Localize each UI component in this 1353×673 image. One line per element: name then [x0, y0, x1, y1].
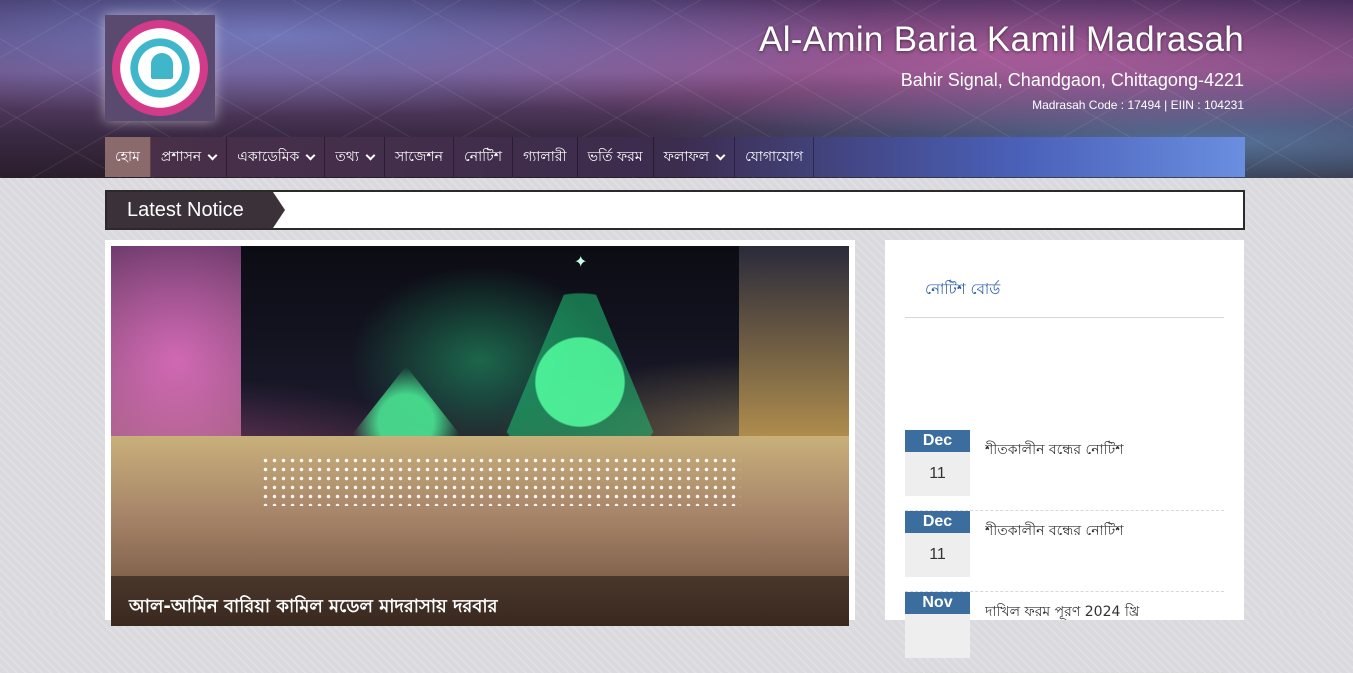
notice-board: নোটিশ বোর্ড Dec 11 শীতকালীন বন্ধের নোটিশ… — [885, 240, 1244, 673]
nav-label: প্রশাসন — [160, 149, 202, 165]
nav-item-admission-form[interactable]: ভর্তি ফরম — [578, 137, 654, 177]
notice-item[interactable]: Dec 11 শীতকালীন বন্ধের নোটিশ — [905, 430, 1224, 511]
date-badge: Nov — [905, 592, 970, 658]
nav-item-notice[interactable]: নোটিশ — [454, 137, 514, 177]
chevron-down-icon — [305, 150, 316, 161]
madrasah-code: Madrasah Code : 17494 | EIIN : 104231 — [1032, 98, 1244, 112]
nav-item-administration[interactable]: প্রশাসন — [151, 137, 228, 177]
nav-item-info[interactable]: তথ্য — [325, 137, 385, 177]
date-month: Dec — [905, 511, 970, 533]
nav-item-home[interactable]: হোম — [105, 137, 151, 177]
nav-label: ফলাফল — [663, 149, 710, 165]
nav-label: নোটিশ — [464, 149, 503, 165]
date-day — [905, 614, 970, 658]
nav-label: একাডেমিক — [237, 149, 300, 165]
madrasah-logo[interactable] — [105, 15, 215, 121]
logo-emblem — [112, 20, 208, 116]
notice-link[interactable]: দাখিল ফরম পূরণ 2024 খ্রি — [985, 600, 1215, 624]
nav-label: হোম — [115, 149, 140, 165]
divider — [905, 317, 1224, 318]
image-slider[interactable]: ✦ আল-আমিন বারিয়া কামিল মডেল মাদরাসায় দ… — [105, 240, 855, 626]
star-icon: ✦ — [574, 254, 588, 271]
nav-label: তথ্য — [335, 149, 359, 165]
nav-label: যোগাযোগ — [745, 149, 804, 165]
date-day: 11 — [905, 533, 970, 577]
slide-caption: আল-আমিন বারিয়া কামিল মডেল মাদরাসায় দরব… — [111, 576, 849, 626]
nav-item-contact[interactable]: যোগাযোগ — [735, 137, 815, 177]
chevron-down-icon — [715, 150, 726, 161]
slide-decor-lights — [261, 456, 741, 506]
date-badge: Dec 11 — [905, 430, 970, 496]
date-day: 11 — [905, 452, 970, 496]
notice-board-title: নোটিশ বোর্ড — [925, 280, 1001, 298]
slide-decor-small-dome — [351, 366, 461, 436]
nav-item-academic[interactable]: একাডেমিক — [227, 137, 326, 177]
date-month: Nov — [905, 592, 970, 614]
chevron-down-icon — [365, 150, 376, 161]
notice-link[interactable]: শীতকালীন বন্ধের নোটিশ — [985, 519, 1215, 543]
date-badge: Dec 11 — [905, 511, 970, 577]
nav-label: গ্যালারী — [523, 149, 567, 165]
nav-item-gallery[interactable]: গ্যালারী — [513, 137, 578, 177]
slide-decor-dome — [505, 256, 655, 436]
notice-item[interactable]: Nov দাখিল ফরম পূরণ 2024 খ্রি — [905, 592, 1224, 673]
date-month: Dec — [905, 430, 970, 452]
site-address: Bahir Signal, Chandgaon, Chittagong-4221 — [900, 70, 1244, 90]
site-title: Al-Amin Baria Kamil Madrasah — [759, 20, 1244, 59]
nav-label: সাজেশন — [394, 149, 444, 165]
mosque-icon — [151, 53, 173, 79]
main-nav: হোম প্রশাসন একাডেমিক তথ্য সাজেশন নোটিশ গ… — [105, 137, 1245, 177]
latest-notice-label: Latest Notice — [107, 192, 285, 228]
chevron-down-icon — [207, 150, 218, 161]
nav-item-suggestion[interactable]: সাজেশন — [385, 137, 455, 177]
latest-notice-bar: Latest Notice — [105, 190, 1245, 230]
nav-label: ভর্তি ফরম — [587, 149, 643, 165]
notice-item[interactable]: Dec 11 শীতকালীন বন্ধের নোটিশ — [905, 511, 1224, 592]
slide-image[interactable]: ✦ আল-আমিন বারিয়া কামিল মডেল মাদরাসায় দ… — [111, 246, 849, 626]
notice-link[interactable]: শীতকালীন বন্ধের নোটিশ — [985, 438, 1215, 462]
nav-item-result[interactable]: ফলাফল — [654, 137, 736, 177]
